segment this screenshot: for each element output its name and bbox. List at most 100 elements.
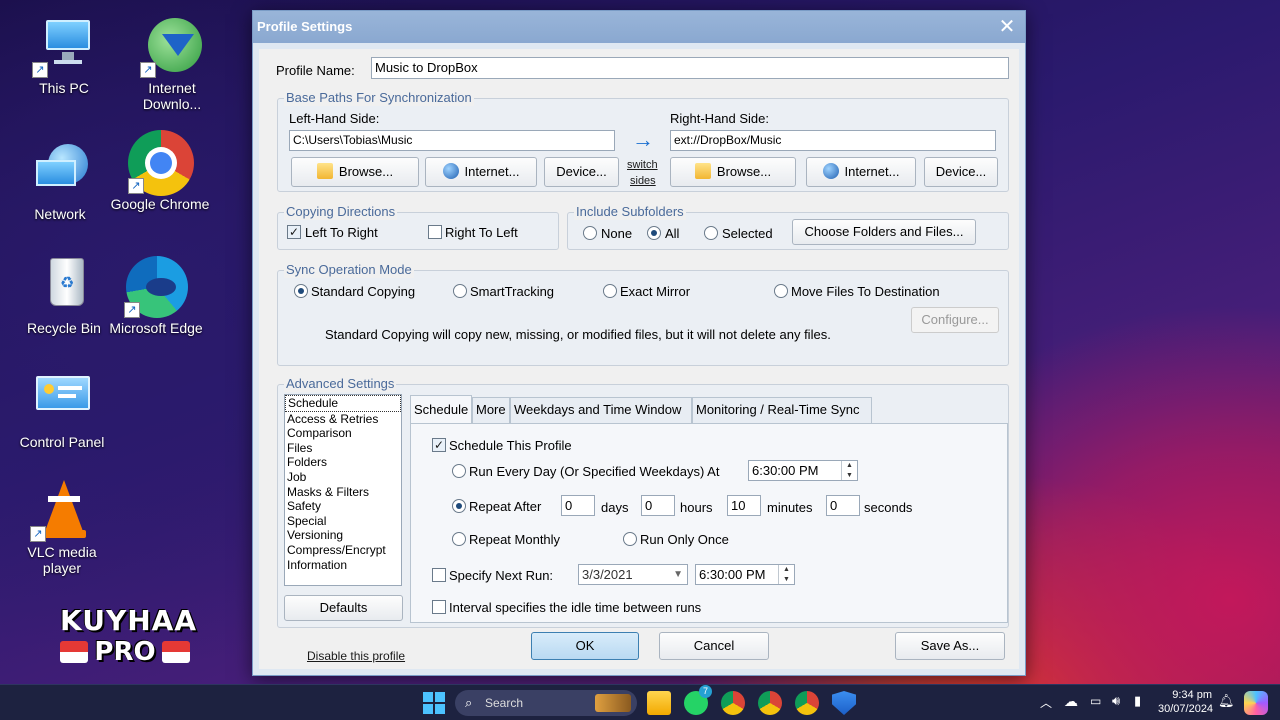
desktop-icon-internet-download-manager[interactable]: ↗ Internet Downlo...: [122, 14, 222, 112]
minutes-label: minutes: [767, 500, 813, 515]
interval-idle-checkbox[interactable]: [432, 600, 446, 614]
chrome-profile-icon[interactable]: [758, 691, 782, 715]
list-item[interactable]: Job: [285, 470, 401, 485]
left-path-input[interactable]: C:\Users\Tobias\Music: [289, 130, 615, 151]
network-status-icon[interactable]: ▭: [1090, 694, 1101, 708]
chrome-profile-icon[interactable]: [795, 691, 819, 715]
watermark-line2: PRO: [94, 637, 156, 667]
cancel-button[interactable]: Cancel: [659, 632, 769, 660]
disable-profile-link[interactable]: Disable this profile: [307, 649, 405, 663]
specify-next-run-checkbox[interactable]: [432, 568, 446, 582]
notification-bell-icon[interactable]: 🔔︎: [1218, 693, 1235, 709]
right-internet-button[interactable]: Internet...: [806, 157, 916, 187]
repeat-seconds-input[interactable]: 0: [826, 495, 860, 516]
desktop-icon-vlc[interactable]: ↗ VLC media player: [12, 478, 112, 576]
subfolders-none-radio[interactable]: [583, 226, 597, 240]
list-item[interactable]: Comparison: [285, 426, 401, 441]
desktop-icon-recycle-bin[interactable]: ♻ Recycle Bin: [14, 254, 114, 336]
battery-icon[interactable]: ▮: [1134, 693, 1141, 709]
repeat-monthly-radio[interactable]: [452, 532, 466, 546]
next-run-time-input[interactable]: 6:30:00 PM ▲ ▼: [695, 564, 795, 585]
list-item[interactable]: Files: [285, 441, 401, 456]
next-run-date-select[interactable]: 3/3/2021 ▼: [578, 564, 688, 585]
schedule-profile-checkbox[interactable]: ✓: [432, 438, 446, 452]
repeat-days-input[interactable]: 0: [561, 495, 595, 516]
desktop-icon-label: Internet Downlo...: [142, 80, 202, 112]
run-only-once-radio[interactable]: [623, 532, 637, 546]
whatsapp-icon[interactable]: 7: [684, 685, 712, 715]
save-as-button[interactable]: Save As...: [895, 632, 1005, 660]
close-icon[interactable]: ✕: [997, 11, 1017, 43]
volume-icon[interactable]: 🔊︎: [1112, 693, 1120, 709]
watermark-logo: KUYHAA PRO: [60, 604, 196, 667]
list-item[interactable]: Information: [285, 558, 401, 573]
desktop-icon-network[interactable]: Network: [10, 140, 110, 222]
run-every-day-label: Run Every Day (Or Specified Weekdays) At: [469, 464, 720, 479]
dialog-titlebar[interactable]: Profile Settings ✕: [253, 11, 1025, 43]
schedule-profile-label: Schedule This Profile: [449, 438, 572, 453]
exact-mirror-radio[interactable]: [603, 284, 617, 298]
windows-start-icon[interactable]: [422, 691, 446, 715]
right-device-button[interactable]: Device...: [924, 157, 998, 187]
clock-date[interactable]: 30/07/2024: [1158, 703, 1213, 715]
cloud-icon[interactable]: ☁: [1064, 693, 1078, 710]
profile-name-input[interactable]: Music to DropBox: [371, 57, 1009, 79]
choose-folders-files-button[interactable]: Choose Folders and Files...: [792, 219, 976, 245]
list-item[interactable]: Safety: [285, 499, 401, 514]
list-item[interactable]: Folders: [285, 455, 401, 470]
desktop-icon-this-pc[interactable]: ↗ This PC: [14, 14, 114, 96]
configure-button[interactable]: Configure...: [911, 307, 999, 333]
move-files-radio[interactable]: [774, 284, 788, 298]
desktop-icon-label: Google Chrome: [110, 196, 210, 212]
exact-mirror-label: Exact Mirror: [620, 284, 691, 299]
left-to-right-checkbox[interactable]: ✓: [287, 225, 301, 239]
taskbar-search[interactable]: ⌕ Search: [455, 690, 637, 716]
copilot-icon[interactable]: [1244, 691, 1268, 715]
globe-icon: [442, 163, 459, 179]
subfolders-all-radio[interactable]: [647, 226, 661, 240]
desktop-icon-control-panel[interactable]: Control Panel: [12, 368, 112, 450]
settings-category-list[interactable]: Schedule Access & Retries Comparison Fil…: [284, 394, 402, 586]
list-item[interactable]: Masks & Filters: [285, 485, 401, 500]
switch-sides-link-line1[interactable]: switch: [627, 159, 658, 171]
list-item[interactable]: Schedule: [285, 395, 401, 412]
right-browse-button[interactable]: Browse...: [670, 157, 796, 187]
list-item[interactable]: Access & Retries: [285, 412, 401, 427]
repeat-minutes-input[interactable]: 10: [727, 495, 761, 516]
desktop-icon-google-chrome[interactable]: ↗ Google Chrome: [110, 130, 210, 212]
left-internet-button[interactable]: Internet...: [425, 157, 537, 187]
run-every-day-radio[interactable]: [452, 464, 466, 478]
standard-copying-radio[interactable]: [294, 284, 308, 298]
control-panel-icon: [30, 368, 94, 432]
right-path-input[interactable]: ext://DropBox/Music: [670, 130, 996, 151]
repeat-hours-input[interactable]: 0: [641, 495, 675, 516]
desktop-icon-microsoft-edge[interactable]: ↗ Microsoft Edge: [106, 254, 206, 336]
include-subfolders-group: Include Subfolders None All Selected Cho…: [567, 204, 1009, 250]
left-device-button[interactable]: Device...: [544, 157, 619, 187]
run-every-day-time-input[interactable]: 6:30:00 PM ▲ ▼: [748, 460, 858, 481]
chevron-up-icon[interactable]: ︿: [1040, 694, 1052, 711]
ok-button[interactable]: OK: [531, 632, 639, 660]
smarttracking-radio[interactable]: [453, 284, 467, 298]
chrome-icon[interactable]: [721, 691, 745, 715]
list-item[interactable]: Special: [285, 514, 401, 529]
clock-time[interactable]: 9:34 pm: [1158, 689, 1212, 701]
defaults-button[interactable]: Defaults: [284, 595, 403, 621]
time-spinner[interactable]: ▲ ▼: [841, 461, 857, 480]
time-spinner[interactable]: ▲ ▼: [778, 565, 794, 584]
list-item[interactable]: Compress/Encrypt: [285, 543, 401, 558]
edge-icon: ↗: [124, 254, 188, 318]
file-explorer-icon[interactable]: [647, 691, 671, 715]
tab-weekdays-time-window[interactable]: Weekdays and Time Window: [510, 397, 692, 423]
tab-monitoring-realtime[interactable]: Monitoring / Real-Time Sync: [692, 397, 872, 423]
list-item[interactable]: Versioning: [285, 528, 401, 543]
left-browse-button[interactable]: Browse...: [291, 157, 419, 187]
tab-more[interactable]: More: [472, 397, 510, 423]
switch-sides-link-line2[interactable]: sides: [630, 175, 656, 187]
chrome-icon: ↗: [128, 130, 194, 196]
right-to-left-checkbox[interactable]: [428, 225, 442, 239]
security-shield-icon[interactable]: [832, 691, 856, 715]
subfolders-selected-radio[interactable]: [704, 226, 718, 240]
tab-schedule[interactable]: Schedule: [410, 395, 472, 423]
repeat-after-radio[interactable]: [452, 499, 466, 513]
